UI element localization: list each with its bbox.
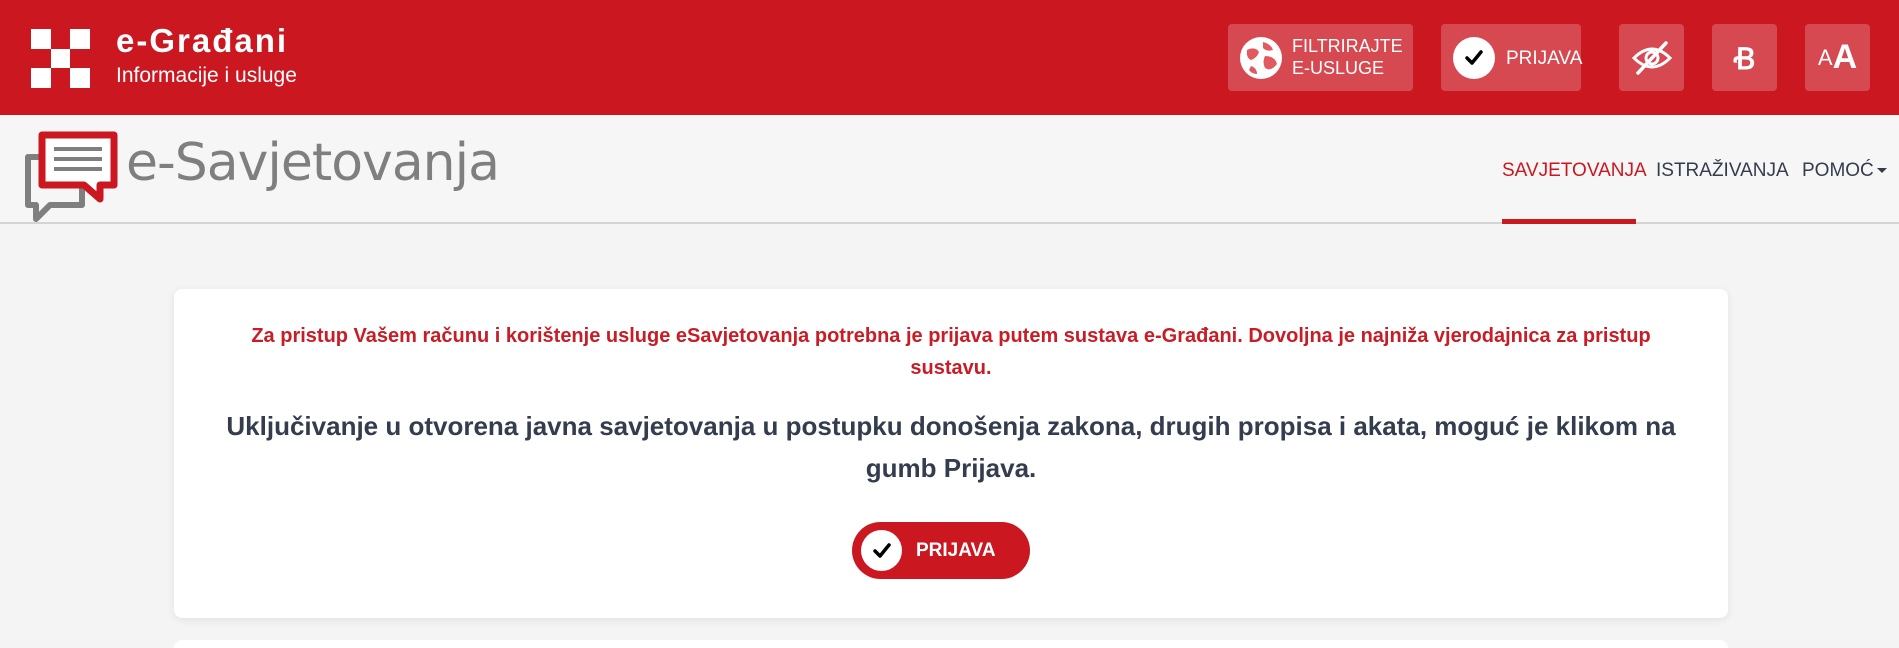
top-header: e-Građani Informacije i usluge FILTRIRAJ… [0, 0, 1899, 115]
eye-slash-icon [1631, 40, 1672, 75]
font-glyph-icon: Ꞗ [1733, 42, 1756, 77]
esavjetovanja-logo-text[interactable]: e-Savjetovanja [126, 133, 500, 193]
next-card [174, 640, 1728, 648]
nav-item-pomoc-label: POMOĆ [1802, 160, 1874, 181]
checkmark-icon [861, 530, 902, 571]
text-size-big-glyph: A [1832, 38, 1858, 76]
login-button-label: PRIJAVA [916, 540, 996, 561]
brand-title[interactable]: e-Građani [116, 22, 288, 60]
filter-eservices-button[interactable]: FILTRIRAJTE E-USLUGE [1228, 24, 1413, 91]
nav-item-savjetovanja[interactable]: SAVJETOVANJA [1502, 160, 1647, 182]
header-login-label: PRIJAVA [1506, 48, 1583, 69]
contrast-toggle-button[interactable] [1619, 24, 1684, 91]
esavjetovanja-logo-icon[interactable] [22, 127, 122, 227]
login-notice: Za pristup Vašem računu i korištenje usl… [251, 325, 1651, 379]
brand-subtitle: Informacije i usluge [116, 64, 297, 87]
nav-item-pomoc[interactable]: POMOĆ [1802, 160, 1887, 182]
e-gradani-logo-icon[interactable] [31, 29, 90, 88]
filter-label-line1: FILTRIRAJTE [1292, 36, 1403, 56]
login-info-card: Za pristup Vašem računu i korištenje usl… [174, 289, 1728, 618]
caret-down-icon [1876, 168, 1887, 174]
active-nav-indicator [1502, 219, 1636, 224]
main-navbar: e-Savjetovanja SAVJETOVANJA ISTRAŽIVANJA… [0, 115, 1899, 224]
globe-icon [1240, 37, 1282, 79]
dyslexic-font-button[interactable]: Ꞗ [1712, 24, 1777, 91]
text-size-small-glyph: A [1817, 44, 1833, 70]
filter-label-line2: E-USLUGE [1292, 58, 1385, 78]
login-button[interactable]: PRIJAVA [852, 522, 1030, 579]
consultation-lead-text: Uključivanje u otvorena javna savjetovan… [226, 411, 1676, 483]
header-login-button[interactable]: PRIJAVA [1441, 24, 1583, 91]
checkmark-icon [1453, 37, 1495, 79]
text-size-button[interactable]: AA [1805, 24, 1870, 91]
nav-item-istrazivanja[interactable]: ISTRAŽIVANJA [1656, 160, 1789, 182]
